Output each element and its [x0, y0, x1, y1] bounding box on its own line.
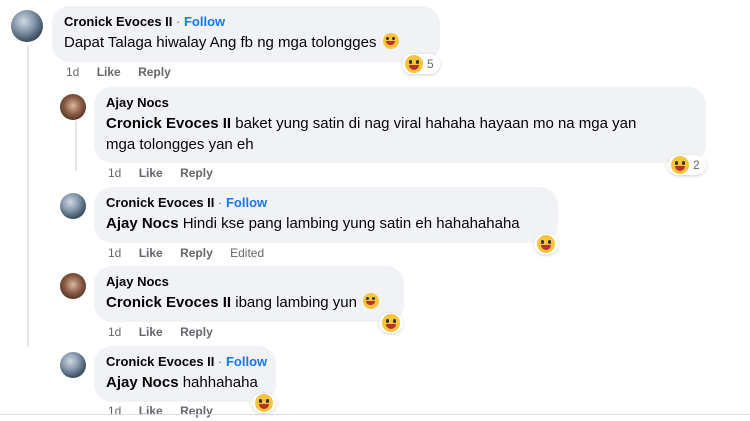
- reaction-count: 2: [693, 158, 700, 172]
- comment-text: Dapat Talaga hiwalay Ang fb ng mga tolon…: [64, 32, 428, 53]
- reaction-summary[interactable]: 2: [668, 155, 706, 175]
- comment-body: Hindi kse pang lambing yung satin eh hah…: [182, 215, 520, 232]
- laughing-emoji-icon: [363, 293, 380, 309]
- avatar[interactable]: [60, 352, 86, 378]
- follow-button[interactable]: Follow: [226, 195, 267, 210]
- author-name[interactable]: Ajay Nocs: [106, 274, 169, 289]
- comment-body: ibang lambing yun: [235, 294, 357, 311]
- divider: [0, 414, 750, 415]
- comment-body: Dapat Talaga hiwalay Ang fb ng mga tolon…: [64, 34, 377, 51]
- follow-button[interactable]: Follow: [184, 14, 225, 29]
- mention-link[interactable]: Cronick Evoces II: [106, 294, 231, 311]
- comment-actions: 1d Like Reply Edited: [108, 246, 278, 260]
- reply-button[interactable]: Reply: [180, 166, 213, 180]
- follow-button[interactable]: Follow: [226, 354, 267, 369]
- comment-text: Ajay Nocs Hindi kse pang lambing yung sa…: [106, 213, 546, 234]
- comment-body: hahhahaha: [182, 374, 258, 391]
- comment-actions: 1d Like Reply: [66, 65, 185, 79]
- laughing-emoji-icon: [382, 314, 400, 332]
- separator: ·: [218, 354, 223, 369]
- avatar[interactable]: [60, 94, 86, 120]
- like-button[interactable]: Like: [139, 325, 163, 339]
- timestamp[interactable]: 1d: [66, 65, 79, 79]
- reaction-count: 5: [427, 57, 434, 71]
- timestamp[interactable]: 1d: [108, 404, 121, 418]
- reaction-summary[interactable]: 5: [402, 54, 440, 74]
- comment-body: baket yung satin di nag viral hahaha hay…: [235, 115, 637, 132]
- author-name[interactable]: Ajay Nocs: [106, 95, 169, 110]
- reaction-summary[interactable]: [252, 393, 276, 413]
- separator: ·: [176, 14, 181, 29]
- avatar[interactable]: [60, 193, 86, 219]
- reply-button[interactable]: Reply: [180, 246, 213, 260]
- reply-button[interactable]: Reply: [138, 65, 171, 79]
- comment-author-line: Cronick Evoces II · Follow: [106, 354, 267, 370]
- thread-line: [75, 121, 77, 171]
- comment-actions: 1d Like Reply: [108, 404, 227, 418]
- laughing-emoji-icon: [255, 394, 273, 412]
- timestamp[interactable]: 1d: [108, 166, 121, 180]
- comment-bubble: Cronick Evoces II · Follow Ajay Nocs hah…: [94, 346, 276, 402]
- comment-bubble: Cronick Evoces II · Follow Ajay Nocs Hin…: [94, 187, 558, 243]
- comment-bubble: Cronick Evoces II · Follow Dapat Talaga …: [52, 6, 440, 62]
- author-name[interactable]: Cronick Evoces II: [106, 195, 214, 210]
- like-button[interactable]: Like: [139, 166, 163, 180]
- laughing-emoji-icon: [382, 33, 399, 49]
- like-button[interactable]: Like: [139, 404, 163, 418]
- author-name[interactable]: Cronick Evoces II: [64, 14, 172, 29]
- comment-actions: 1d Like Reply: [108, 325, 227, 339]
- comment-bubble: Ajay Nocs Cronick Evoces II baket yung s…: [94, 87, 706, 163]
- comment-author-line: Cronick Evoces II · Follow: [106, 195, 546, 211]
- laughing-emoji-icon: [405, 55, 423, 73]
- laughing-emoji-icon: [671, 156, 689, 174]
- comment-actions: 1d Like Reply: [108, 166, 227, 180]
- author-name[interactable]: Cronick Evoces II: [106, 354, 214, 369]
- comment-text: Cronick Evoces II baket yung satin di na…: [106, 113, 694, 155]
- reply-button[interactable]: Reply: [180, 325, 213, 339]
- like-button[interactable]: Like: [139, 246, 163, 260]
- mention-link[interactable]: Cronick Evoces II: [106, 115, 231, 132]
- comment-author-line: Cronick Evoces II · Follow: [64, 14, 428, 30]
- avatar[interactable]: [11, 10, 43, 42]
- comment-text: Cronick Evoces II ibang lambing yun: [106, 292, 392, 313]
- comment-bubble: Ajay Nocs Cronick Evoces II ibang lambin…: [94, 266, 404, 322]
- reaction-summary[interactable]: [534, 234, 558, 254]
- laughing-emoji-icon: [537, 235, 555, 253]
- edited-label: Edited: [230, 246, 265, 260]
- comment-body-line2: mga tolongges yan eh: [106, 136, 254, 153]
- reaction-summary[interactable]: [379, 313, 403, 333]
- mention-link[interactable]: Ajay Nocs: [106, 374, 179, 391]
- reply-button[interactable]: Reply: [180, 404, 213, 418]
- mention-link[interactable]: Ajay Nocs: [106, 215, 179, 232]
- comment-author-line: Ajay Nocs: [106, 95, 694, 111]
- separator: ·: [218, 195, 223, 210]
- timestamp[interactable]: 1d: [108, 325, 121, 339]
- like-button[interactable]: Like: [97, 65, 121, 79]
- avatar[interactable]: [60, 273, 86, 299]
- thread-line: [27, 46, 29, 346]
- comment-text: Ajay Nocs hahhahaha: [106, 372, 264, 393]
- timestamp[interactable]: 1d: [108, 246, 121, 260]
- comment-author-line: Ajay Nocs: [106, 274, 392, 290]
